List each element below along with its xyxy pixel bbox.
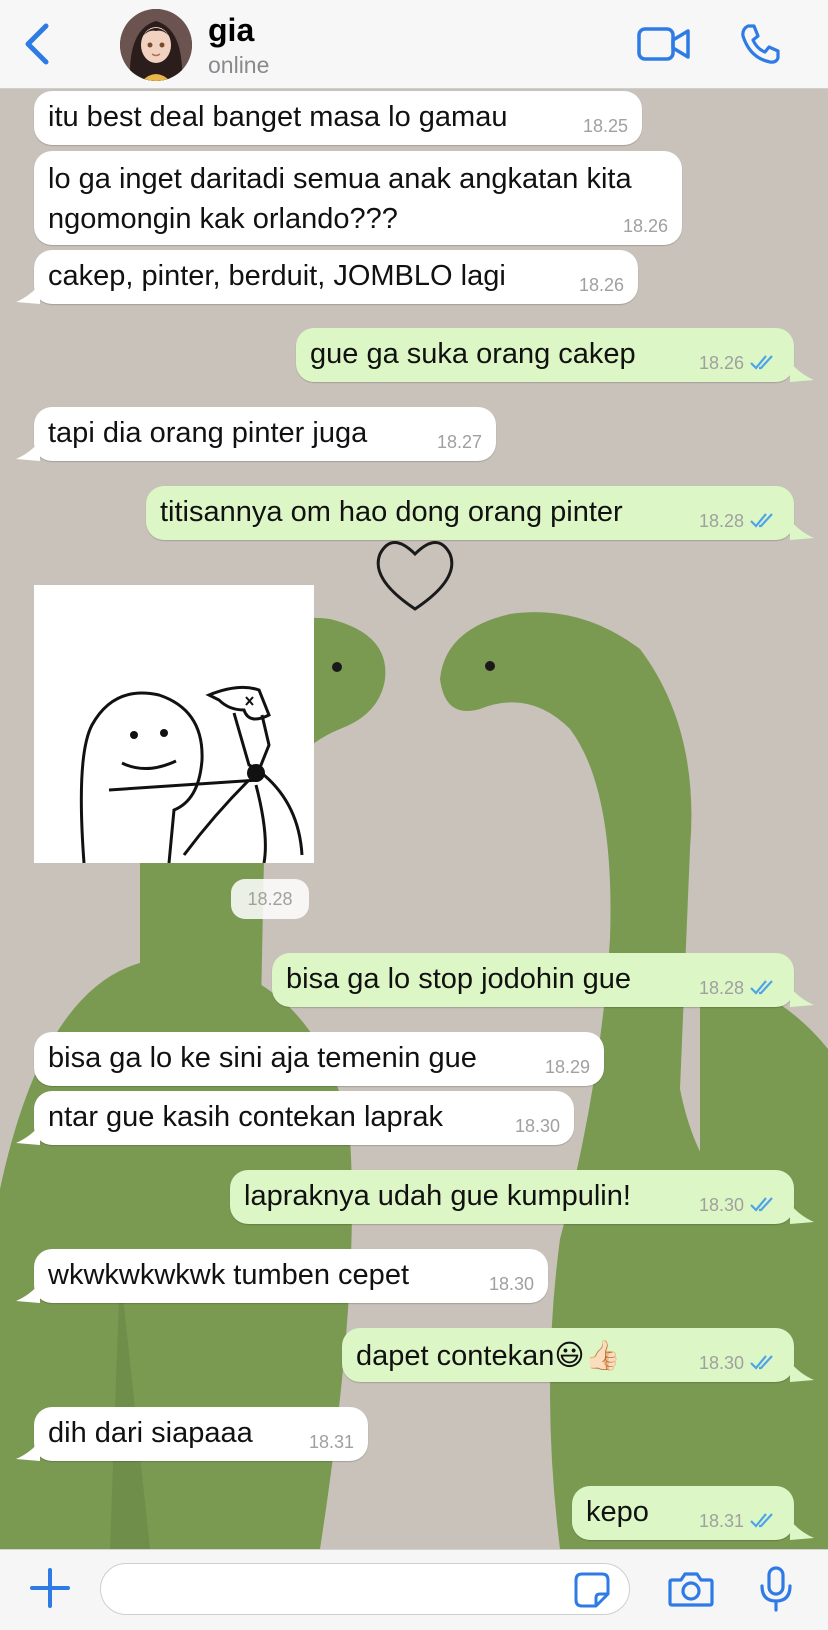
message-input-field[interactable]	[100, 1563, 630, 1615]
message-text: dapet contekan😃👍🏻	[356, 1340, 621, 1372]
message-input-bar	[0, 1549, 828, 1630]
message-time: 18.30	[698, 1195, 744, 1215]
bubble-tail	[16, 1283, 40, 1303]
message-bubble-incoming[interactable]: dih dari siapaaa 18.31	[34, 1407, 368, 1461]
phone-call-icon[interactable]	[738, 22, 782, 66]
video-call-icon[interactable]	[636, 24, 692, 64]
message-text: wkwkwkwkwk tumben cepet	[48, 1259, 409, 1291]
bubble-tail	[16, 284, 40, 304]
message-time: 18.26	[578, 275, 624, 295]
message-time: 18.30	[514, 1116, 560, 1136]
message-time: 18.28	[698, 978, 744, 998]
contact-name[interactable]: gia	[208, 12, 254, 49]
message-text: lo ga inget daritadi semua anak angkatan…	[48, 163, 632, 235]
message-text: ntar gue kasih contekan laprak	[48, 1101, 443, 1133]
message-time: 18.26	[698, 353, 744, 373]
bubble-tail	[790, 987, 814, 1007]
message-bubble-outgoing[interactable]: dapet contekan😃👍🏻 18.30	[342, 1328, 794, 1382]
message-bubble-incoming[interactable]: cakep, pinter, berduit, JOMBLO lagi 18.2…	[34, 250, 638, 304]
message-bubble-incoming[interactable]: itu best deal banget masa lo gamau 18.25	[34, 91, 642, 145]
message-text: itu best deal banget masa lo gamau	[48, 101, 508, 133]
message-text: bisa ga lo ke sini aja temenin gue	[48, 1042, 477, 1074]
read-ticks-icon	[750, 513, 773, 528]
read-ticks-icon	[750, 980, 773, 995]
message-text: kepo	[586, 1496, 649, 1528]
bubble-tail	[16, 1441, 40, 1461]
read-ticks-icon	[750, 1197, 773, 1212]
sticker-time: 18.28	[231, 879, 309, 919]
message-time: 18.26	[622, 216, 668, 236]
camera-icon[interactable]	[668, 1570, 714, 1608]
sticker-icon[interactable]	[574, 1572, 610, 1608]
bubble-tail	[790, 362, 814, 382]
bubble-tail	[790, 520, 814, 540]
message-bubble-incoming[interactable]: lo ga inget daritadi semua anak angkatan…	[34, 151, 682, 245]
bubble-tail	[790, 1204, 814, 1224]
message-time: 18.31	[698, 1511, 744, 1531]
message-bubble-outgoing[interactable]: gue ga suka orang cakep 18.26	[296, 328, 794, 382]
microphone-icon[interactable]	[758, 1566, 794, 1612]
message-text: titisannya om hao dong orang pinter	[160, 496, 623, 528]
message-bubble-incoming[interactable]: wkwkwkwkwk tumben cepet 18.30	[34, 1249, 548, 1303]
message-text: dih dari siapaaa	[48, 1417, 253, 1449]
message-bubble-outgoing[interactable]: kepo 18.31	[572, 1486, 794, 1540]
message-time: 18.25	[582, 116, 628, 136]
message-text: tapi dia orang pinter juga	[48, 417, 368, 449]
message-bubble-incoming[interactable]: ntar gue kasih contekan laprak 18.30	[34, 1091, 574, 1145]
message-text: bisa ga lo stop jodohin gue	[286, 963, 632, 995]
plus-icon[interactable]	[30, 1568, 70, 1608]
message-time: 18.31	[308, 1432, 354, 1452]
message-time: 18.29	[544, 1057, 590, 1077]
chat-area[interactable]: itu best deal banget masa lo gamau 18.25…	[0, 89, 828, 1549]
read-ticks-icon	[750, 1355, 773, 1370]
read-ticks-icon	[750, 355, 773, 370]
message-time: 18.30	[698, 1353, 744, 1373]
bubble-tail	[16, 1125, 40, 1145]
message-text: lapraknya udah gue kumpulin!	[244, 1180, 631, 1212]
message-bubble-outgoing[interactable]: lapraknya udah gue kumpulin! 18.30	[230, 1170, 794, 1224]
message-bubble-outgoing[interactable]: titisannya om hao dong orang pinter 18.2…	[146, 486, 794, 540]
message-text: gue ga suka orang cakep	[310, 338, 636, 370]
back-chevron-icon[interactable]	[20, 22, 54, 66]
message-time: 18.27	[436, 432, 482, 452]
read-ticks-icon	[750, 1513, 773, 1528]
bubble-tail	[16, 441, 40, 461]
message-bubble-incoming[interactable]: bisa ga lo ke sini aja temenin gue 18.29	[34, 1032, 604, 1086]
bubble-tail	[790, 1520, 814, 1540]
message-time: 18.28	[698, 511, 744, 531]
sticker-image[interactable]	[34, 585, 314, 864]
contact-avatar[interactable]	[120, 9, 192, 81]
message-bubble-outgoing[interactable]: bisa ga lo stop jodohin gue 18.28	[272, 953, 794, 1007]
message-time: 18.30	[488, 1274, 534, 1294]
bubble-tail	[790, 1362, 814, 1382]
chat-header: gia online	[0, 0, 828, 89]
message-bubble-incoming[interactable]: tapi dia orang pinter juga 18.27	[34, 407, 496, 461]
contact-status: online	[208, 52, 270, 78]
message-text: cakep, pinter, berduit, JOMBLO lagi	[48, 260, 506, 292]
